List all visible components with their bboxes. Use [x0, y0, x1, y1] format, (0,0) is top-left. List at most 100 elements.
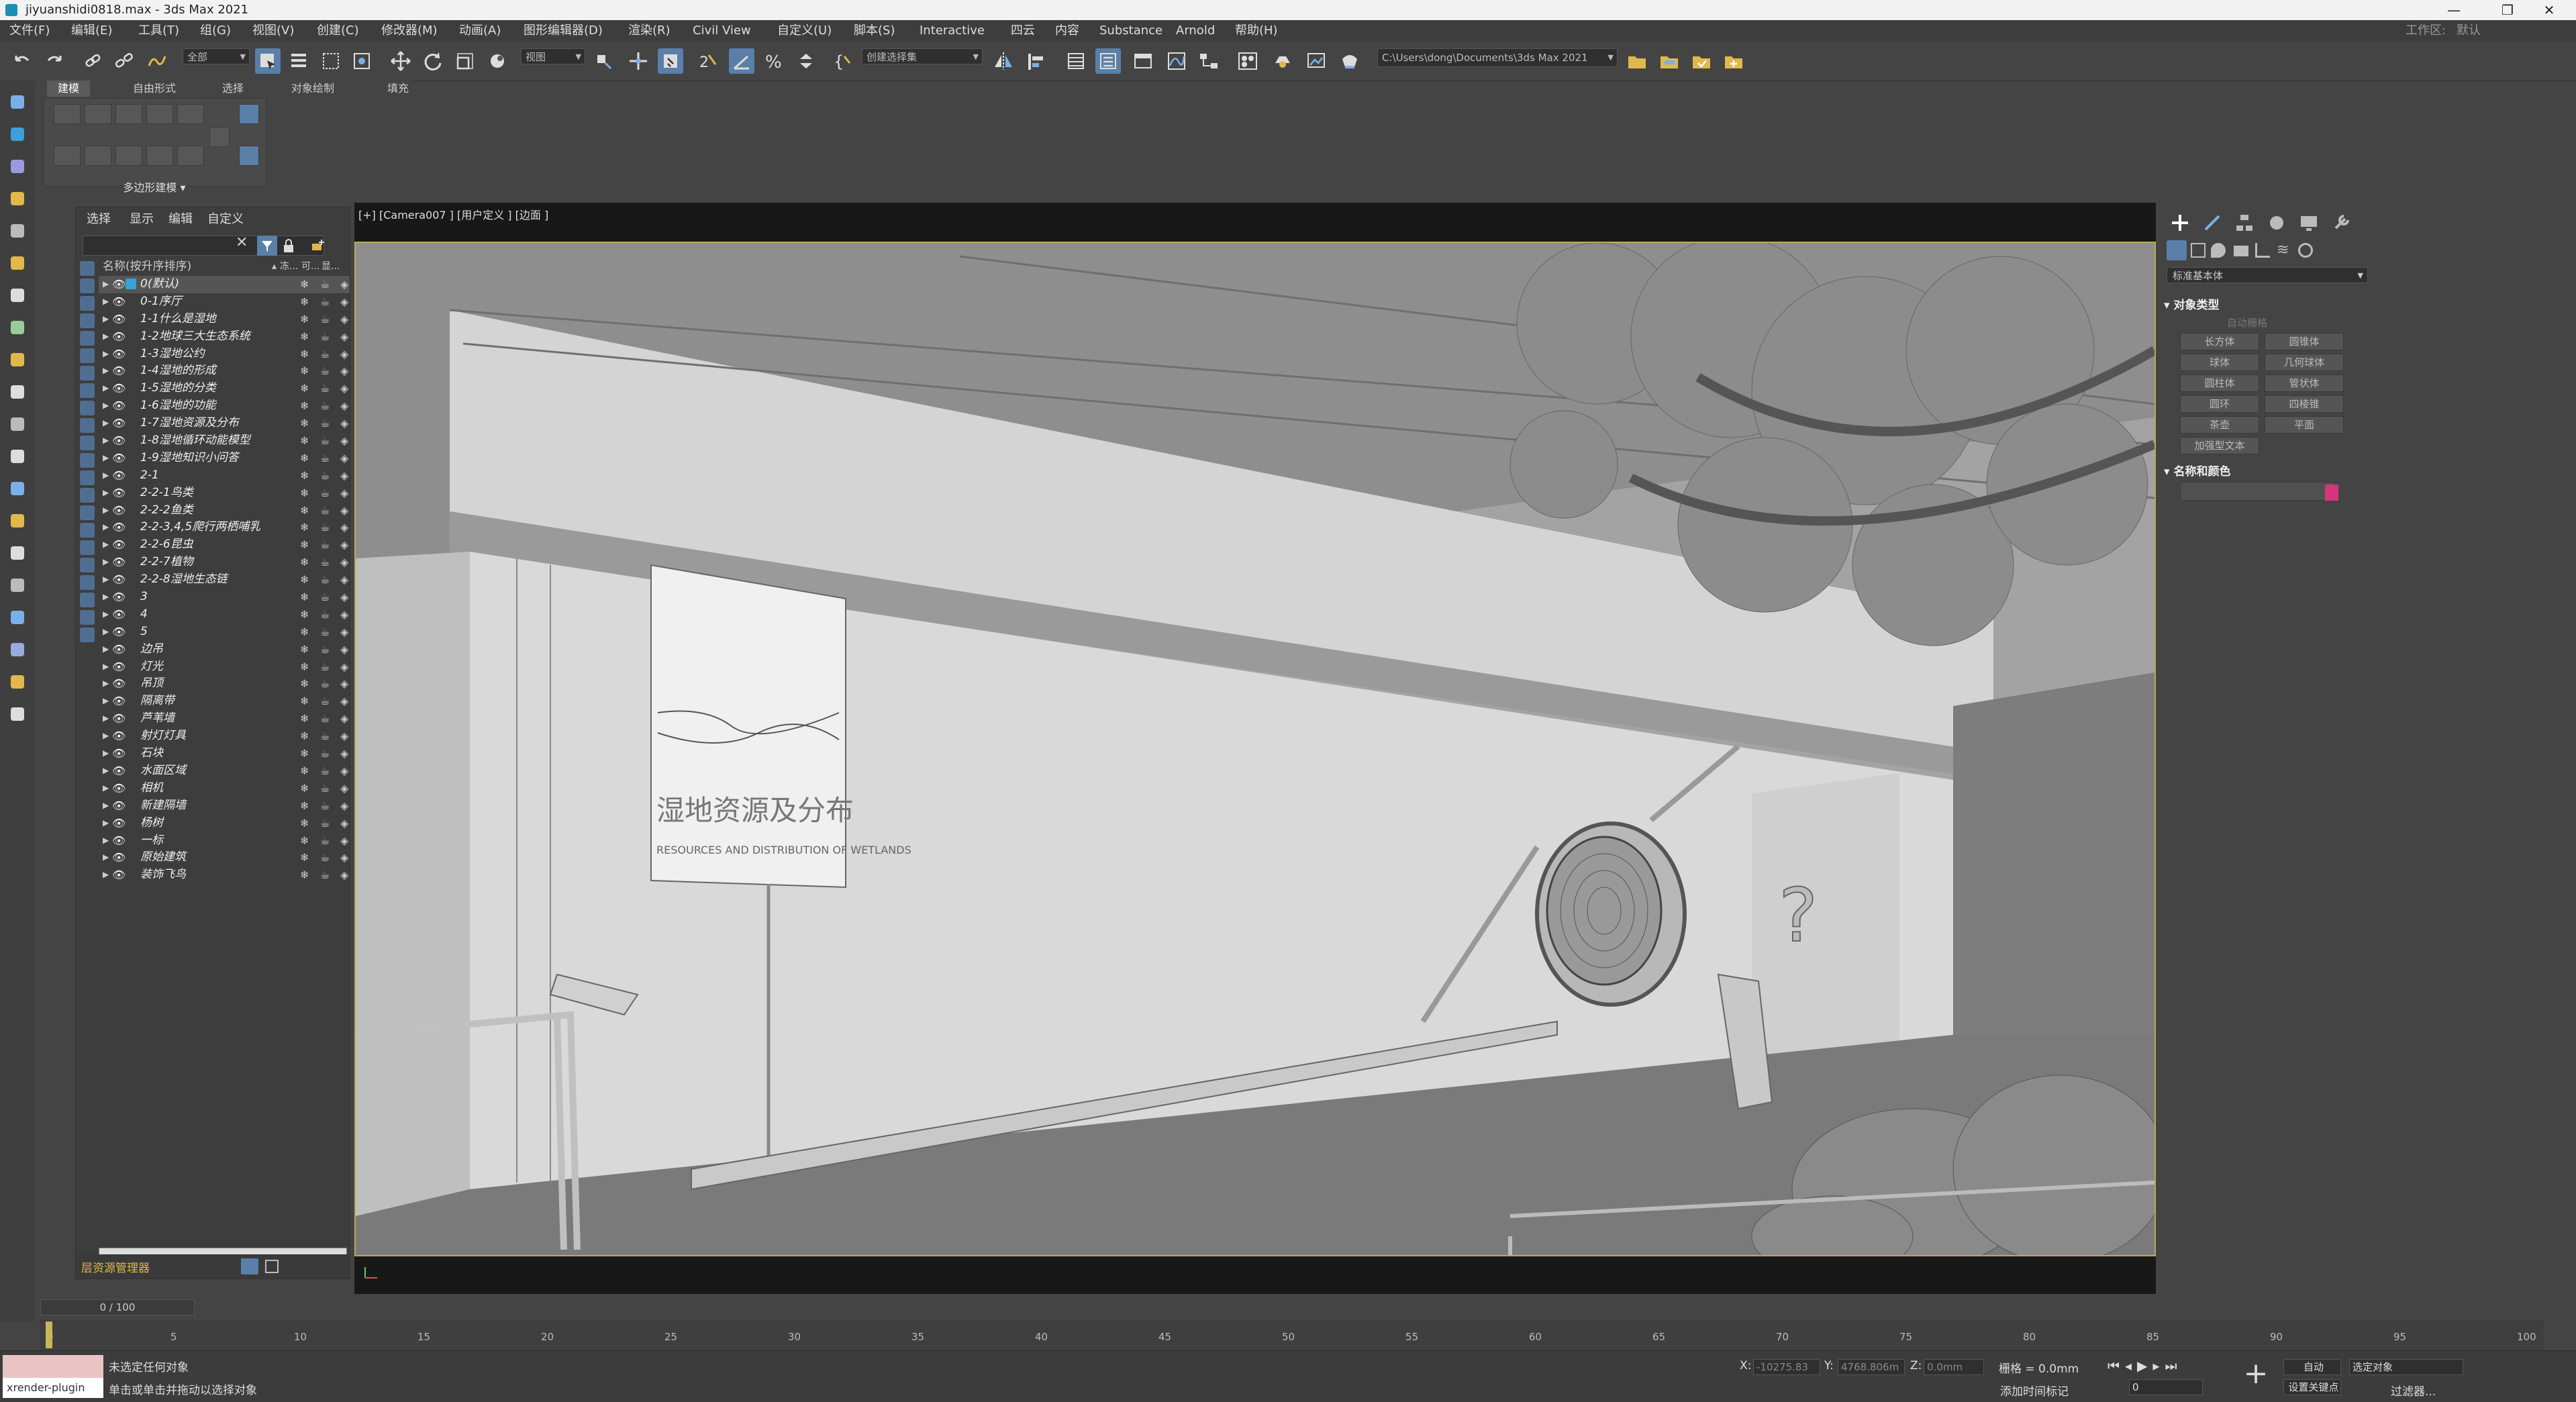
display-box-icon[interactable]: ◈: [340, 849, 348, 866]
tool-icon[interactable]: [5, 251, 30, 275]
display-box-icon[interactable]: ◈: [340, 658, 348, 676]
explorer-filter-icon[interactable]: [80, 628, 95, 642]
ref-coord-dropdown[interactable]: 视图 ▼: [521, 48, 585, 64]
ribbon-tab-object-paint[interactable]: 对象绘制: [283, 81, 343, 97]
expand-arrow-icon[interactable]: ▶: [103, 467, 109, 485]
visibility-eye-icon[interactable]: 👁: [112, 606, 126, 623]
layer-explorer-icon[interactable]: [241, 1258, 258, 1274]
freeze-icon[interactable]: ❄: [300, 866, 309, 884]
layer-name[interactable]: 5: [140, 623, 148, 641]
renderable-teapot-icon[interactable]: ☕: [320, 432, 330, 450]
explorer-filter-icon[interactable]: [80, 313, 95, 328]
display-box-icon[interactable]: ◈: [340, 832, 348, 850]
layer-name[interactable]: 1-4湿地的形成: [140, 362, 216, 380]
utilities-tab-icon[interactable]: [2328, 209, 2355, 236]
layer-name[interactable]: 1-9湿地知识小问答: [140, 450, 239, 467]
freeze-icon[interactable]: ❄: [300, 311, 309, 328]
freeze-icon[interactable]: ❄: [300, 362, 309, 380]
renderable-teapot-icon[interactable]: ☕: [320, 380, 330, 397]
visibility-eye-icon[interactable]: 👁: [112, 276, 126, 293]
renderable-teapot-icon[interactable]: ☕: [320, 328, 330, 346]
layer-name[interactable]: 2-2-1鸟类: [140, 485, 193, 502]
tool-icon[interactable]: [5, 412, 30, 436]
menu-interactive[interactable]: Interactive: [920, 20, 985, 42]
renderable-teapot-icon[interactable]: ☕: [320, 519, 330, 536]
layer-name[interactable]: 1-3湿地公约: [140, 346, 205, 363]
undo-icon[interactable]: [9, 48, 35, 74]
clear-search-icon[interactable]: ✕: [236, 234, 248, 251]
layer-row[interactable]: ▶ 👁 原始建筑 ❄ ☕ ◈: [99, 849, 350, 866]
freeze-icon[interactable]: ❄: [300, 728, 309, 745]
layer-manager-label[interactable]: 层资源管理器: [81, 1258, 150, 1275]
link-icon[interactable]: [81, 48, 106, 74]
renderable-teapot-icon[interactable]: ☕: [320, 276, 330, 293]
renderable-teapot-icon[interactable]: ☕: [320, 571, 330, 589]
rendered-frame-window-icon[interactable]: [1303, 48, 1329, 74]
display-box-icon[interactable]: ◈: [340, 380, 348, 397]
layer-row[interactable]: ▶ 👁 相机 ❄ ☕ ◈: [99, 780, 350, 797]
layer-name[interactable]: 水面区域: [140, 762, 186, 780]
display-box-icon[interactable]: ◈: [340, 606, 348, 623]
display-box-icon[interactable]: ◈: [340, 693, 348, 710]
tool-icon[interactable]: [5, 90, 30, 114]
mirror-icon[interactable]: [991, 48, 1016, 74]
freeze-icon[interactable]: ❄: [300, 693, 309, 710]
layer-row[interactable]: ▶ 👁 2-2-7植物 ❄ ☕ ◈: [99, 554, 350, 571]
display-box-icon[interactable]: ◈: [340, 362, 348, 380]
menu-modifiers[interactable]: 修改器(M): [381, 20, 438, 42]
layer-row[interactable]: ▶ 👁 装饰飞鸟 ❄ ☕ ◈: [99, 866, 350, 884]
freeze-icon[interactable]: ❄: [300, 675, 309, 693]
layer-row[interactable]: ▶ 👁 2-1 ❄ ☕ ◈: [99, 467, 350, 485]
layer-row[interactable]: ▶ 👁 新建隔墙 ❄ ☕ ◈: [99, 797, 350, 815]
display-box-icon[interactable]: ◈: [340, 311, 348, 328]
explorer-filter-icon[interactable]: [80, 488, 95, 503]
display-box-icon[interactable]: ◈: [340, 346, 348, 363]
percent-snap-icon[interactable]: %: [761, 48, 787, 74]
window-crossing-icon[interactable]: [349, 48, 375, 74]
visibility-eye-icon[interactable]: 👁: [112, 745, 126, 762]
layer-row[interactable]: ▶ 👁 边吊 ❄ ☕ ◈: [99, 641, 350, 658]
rotate-icon[interactable]: [420, 48, 446, 74]
renderable-teapot-icon[interactable]: ☕: [320, 606, 330, 623]
renderable-teapot-icon[interactable]: ☕: [320, 415, 330, 432]
explorer-filter-icon[interactable]: [80, 575, 95, 590]
spinner-snap-icon[interactable]: [793, 48, 819, 74]
layer-row[interactable]: ▶ 👁 1-3湿地公约 ❄ ☕ ◈: [99, 346, 350, 363]
display-box-icon[interactable]: ◈: [340, 866, 348, 884]
rectangular-selection-icon[interactable]: [318, 48, 344, 74]
layer-name[interactable]: 4: [140, 606, 148, 623]
set-key-button[interactable]: 设置关键点: [2283, 1379, 2341, 1395]
layer-name[interactable]: 相机: [140, 780, 163, 797]
render-setup-icon[interactable]: [1270, 48, 1295, 74]
freeze-icon[interactable]: ❄: [300, 762, 309, 780]
display-box-icon[interactable]: ◈: [340, 815, 348, 832]
expand-arrow-icon[interactable]: ▶: [103, 346, 109, 363]
column-frozen-header[interactable]: 冻...: [280, 258, 298, 274]
tool-icon[interactable]: [5, 315, 30, 340]
tool-icon[interactable]: [5, 444, 30, 468]
menu-civil-view[interactable]: Civil View: [693, 20, 751, 42]
freeze-icon[interactable]: ❄: [300, 589, 309, 606]
expand-arrow-icon[interactable]: ▶: [103, 328, 109, 346]
visibility-eye-icon[interactable]: 👁: [112, 589, 126, 606]
visibility-eye-icon[interactable]: 👁: [112, 797, 126, 815]
freeze-icon[interactable]: ❄: [300, 536, 309, 554]
visibility-eye-icon[interactable]: 👁: [112, 815, 126, 832]
explorer-filter-icon[interactable]: [80, 261, 95, 276]
renderable-teapot-icon[interactable]: ☕: [320, 589, 330, 606]
tool-icon[interactable]: [5, 509, 30, 533]
menu-file[interactable]: 文件(F): [9, 20, 50, 42]
layer-name[interactable]: 1-7湿地资源及分布: [140, 415, 239, 432]
expand-arrow-icon[interactable]: ▶: [103, 780, 109, 797]
display-box-icon[interactable]: ◈: [340, 710, 348, 728]
time-marker[interactable]: [46, 1321, 52, 1348]
place-icon[interactable]: [485, 48, 510, 74]
z-coord-field[interactable]: 0.0mm: [1924, 1359, 1984, 1375]
renderable-teapot-icon[interactable]: ☕: [320, 675, 330, 693]
visibility-eye-icon[interactable]: 👁: [112, 623, 126, 641]
object-type-button[interactable]: 几何球体: [2265, 354, 2344, 371]
pivot-center-icon[interactable]: [591, 48, 616, 74]
layer-name[interactable]: 2-2-8湿地生态链: [140, 571, 228, 589]
tool-icon[interactable]: [5, 122, 30, 146]
layer-name[interactable]: 1-2地球三大生态系统: [140, 328, 250, 346]
